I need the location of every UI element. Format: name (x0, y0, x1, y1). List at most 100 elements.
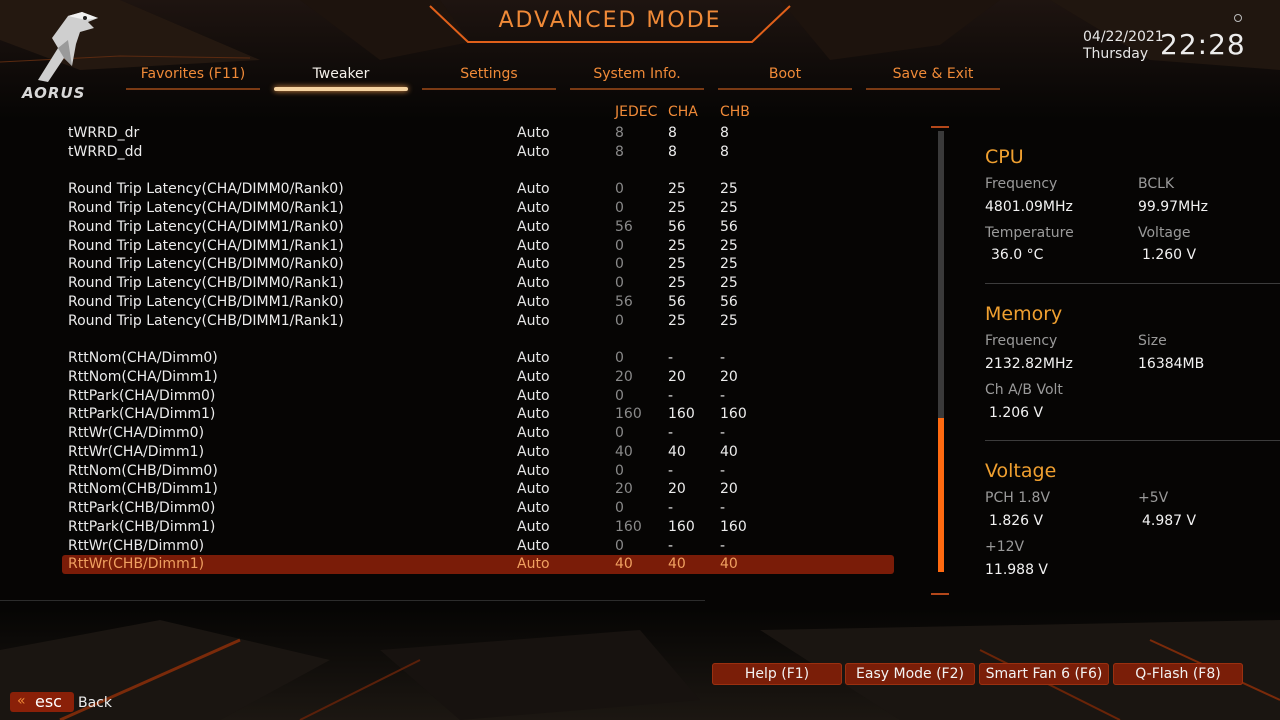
setting-row[interactable]: Round Trip Latency(CHA/DIMM0/Rank0) Auto 0… (62, 180, 894, 199)
memory-volt-label: Ch A/B Volt (985, 382, 1063, 398)
setting-name: RttPark(CHB/Dimm1) (68, 519, 216, 535)
setting-row[interactable]: RttWr(CHB/Dimm1) Auto 40 40 40 (62, 555, 894, 574)
setting-value: Auto (517, 200, 550, 216)
smart-fan-button[interactable]: Smart Fan 6 (F6) (979, 663, 1109, 685)
setting-row[interactable]: RttWr(CHB/Dimm0) Auto 0 - - (62, 537, 894, 556)
memory-volt-value: 1.206 V (989, 405, 1044, 421)
v12-voltage-value: 11.988 V (985, 562, 1049, 578)
v5-voltage-value: 4.987 V (1142, 513, 1197, 529)
tab-settings[interactable]: Settings (422, 66, 556, 90)
chb-value: 25 (720, 238, 738, 254)
setting-row[interactable]: Round Trip Latency(CHA/DIMM1/Rank1) Auto 0… (62, 237, 894, 256)
setting-value: Auto (517, 256, 550, 272)
setting-row[interactable]: tWRRD_dr Auto 8 8 8 (62, 124, 894, 143)
back-label[interactable]: Back (78, 695, 112, 711)
esc-label: esc (35, 692, 62, 711)
setting-row[interactable]: RttPark(CHB/Dimm0) Auto 0 - - (62, 499, 894, 518)
chb-value: 56 (720, 219, 738, 235)
chb-value: 25 (720, 200, 738, 216)
pch-voltage-label: PCH 1.8V (985, 490, 1051, 506)
q-flash-button[interactable]: Q-Flash (F8) (1113, 663, 1243, 685)
chb-value: - (720, 463, 726, 479)
aorus-logo (28, 10, 108, 92)
cpu-voltage-label: Voltage (1138, 225, 1191, 241)
setting-row[interactable]: Round Trip Latency(CHB/DIMM0/Rank1) Auto 0… (62, 274, 894, 293)
setting-name: Round Trip Latency(CHB/DIMM1/Rank0) (68, 294, 344, 310)
easy-mode-button[interactable]: Easy Mode (F2) (845, 663, 975, 685)
setting-name: Round Trip Latency(CHB/DIMM0/Rank0) (68, 256, 344, 272)
chb-value: 8 (720, 144, 729, 160)
setting-row[interactable]: Round Trip Latency(CHB/DIMM0/Rank0) Auto 0… (62, 255, 894, 274)
jedec-value: 0 (615, 313, 624, 329)
cpu-temperature-label: Temperature (985, 225, 1074, 241)
setting-value: Auto (517, 144, 550, 160)
jedec-value: 40 (615, 556, 633, 572)
pch-voltage-value: 1.826 V (989, 513, 1044, 529)
cha-value: 8 (668, 125, 677, 141)
jedec-value: 0 (615, 275, 624, 291)
setting-row[interactable]: RttNom(CHA/Dimm1) Auto 20 20 20 (62, 368, 894, 387)
chb-value: 25 (720, 275, 738, 291)
cha-value: 160 (668, 406, 695, 422)
cpu-frequency-value: 4801.09MHz (985, 199, 1073, 215)
jedec-value: 0 (615, 256, 624, 272)
cha-value: - (668, 463, 674, 479)
setting-row[interactable]: RttNom(CHB/Dimm1) Auto 20 20 20 (62, 480, 894, 499)
setting-value: Auto (517, 275, 550, 291)
setting-row[interactable]: Round Trip Latency(CHB/DIMM1/Rank0) Auto 5… (62, 293, 894, 312)
cha-value: 20 (668, 481, 686, 497)
jedec-value: 0 (615, 500, 624, 516)
scrollbar-thumb[interactable] (938, 418, 944, 572)
memory-frequency-label: Frequency (985, 333, 1058, 349)
setting-row[interactable]: RttNom(CHB/Dimm0) Auto 0 - - (62, 462, 894, 481)
setting-row[interactable]: Round Trip Latency(CHA/DIMM0/Rank1) Auto 0… (62, 199, 894, 218)
tab-save-exit[interactable]: Save & Exit (866, 66, 1000, 90)
tab-label: System Info. (593, 66, 681, 82)
chb-value: 25 (720, 313, 738, 329)
page-title: ADVANCED MODE (498, 8, 722, 33)
cha-value: - (668, 538, 674, 554)
setting-value: Auto (517, 369, 550, 385)
setting-row[interactable]: RttPark(CHA/Dimm0) Auto 0 - - (62, 387, 894, 406)
tab-label: Favorites (F11) (140, 66, 246, 82)
cpu-section-title: CPU (985, 146, 1024, 168)
memory-frequency-value: 2132.82MHz (985, 356, 1073, 372)
setting-name: RttNom(CHA/Dimm0) (68, 350, 218, 366)
setting-row[interactable]: Round Trip Latency(CHA/DIMM1/Rank0) Auto 5… (62, 218, 894, 237)
help-button[interactable]: Help (F1) (712, 663, 842, 685)
jedec-value: 0 (615, 350, 624, 366)
tab-favorites[interactable]: Favorites (F11) (126, 66, 260, 90)
chb-value: - (720, 500, 726, 516)
scrollbar-top-cap (931, 126, 949, 128)
cpu-bclk-label: BCLK (1138, 176, 1175, 192)
setting-row[interactable]: RttNom(CHA/Dimm0) Auto 0 - - (62, 349, 894, 368)
tab-tweaker[interactable]: Tweaker (274, 66, 408, 91)
setting-row[interactable]: RttWr(CHA/Dimm0) Auto 0 - - (62, 424, 894, 443)
jedec-value: 0 (615, 425, 624, 441)
chb-value: 20 (720, 369, 738, 385)
cpu-frequency-label: Frequency (985, 176, 1058, 192)
setting-row[interactable]: tWRRD_dd Auto 8 8 8 (62, 143, 894, 162)
setting-row[interactable]: RttPark(CHA/Dimm1) Auto 160 160 160 (62, 405, 894, 424)
setting-value: Auto (517, 388, 550, 404)
tab-label: Settings (460, 66, 518, 82)
chb-value: 20 (720, 481, 738, 497)
cha-value: - (668, 388, 674, 404)
tab-boot[interactable]: Boot (718, 66, 852, 90)
setting-row[interactable]: RttPark(CHB/Dimm1) Auto 160 160 160 (62, 518, 894, 537)
setting-row[interactable]: RttWr(CHA/Dimm1) Auto 40 40 40 (62, 443, 894, 462)
setting-row[interactable]: Round Trip Latency(CHB/DIMM1/Rank1) Auto 0… (62, 312, 894, 331)
setting-value: Auto (517, 313, 550, 329)
day-display: Thursday (1083, 46, 1149, 62)
chb-value: - (720, 350, 726, 366)
jedec-value: 0 (615, 238, 624, 254)
setting-value: Auto (517, 481, 550, 497)
setting-value: Auto (517, 406, 550, 422)
cha-value: 40 (668, 444, 686, 460)
setting-name: RttWr(CHB/Dimm0) (68, 538, 205, 554)
chb-value: 40 (720, 556, 738, 572)
tab-system-info[interactable]: System Info. (570, 66, 704, 90)
jedec-value: 56 (615, 294, 633, 310)
jedec-value: 160 (615, 519, 642, 535)
setting-name: Round Trip Latency(CHB/DIMM0/Rank1) (68, 275, 344, 291)
